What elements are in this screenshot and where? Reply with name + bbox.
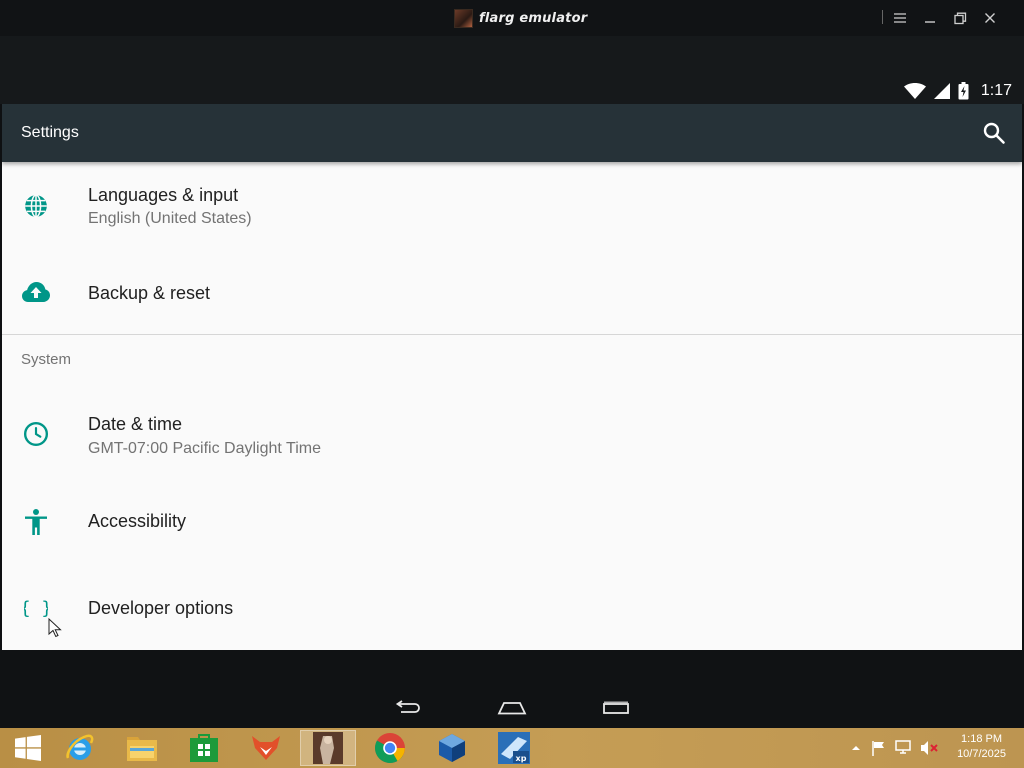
settings-app-bar: Settings — [2, 104, 1022, 162]
fox-app-icon — [252, 736, 280, 760]
taskbar-virtualbox[interactable] — [424, 730, 480, 766]
taskbar-store[interactable] — [176, 730, 232, 766]
volume-muted-icon[interactable] — [920, 740, 938, 756]
taskbar-chrome[interactable] — [362, 730, 418, 766]
settings-item-date-time[interactable]: Date & time GMT-07:00 Pacific Daylight T… — [2, 394, 1022, 481]
start-button[interactable] — [0, 730, 56, 766]
close-icon — [985, 13, 995, 23]
recents-button[interactable] — [600, 698, 632, 718]
taskbar-fox-app[interactable] — [238, 730, 294, 766]
search-icon — [983, 122, 1005, 144]
taskbar-clock[interactable]: 1:18 PM 10/7/2025 — [957, 732, 1006, 762]
flarg-emulator-icon — [313, 732, 343, 764]
section-divider — [2, 334, 1022, 335]
settings-item-developer[interactable]: { } Developer options — [2, 566, 1022, 650]
windows-start-icon — [15, 735, 41, 761]
item-title: Backup & reset — [88, 283, 211, 303]
home-icon — [497, 702, 527, 715]
settings-item-backup[interactable]: Backup & reset — [2, 249, 1022, 334]
settings-item-languages[interactable]: Languages & input English (United States… — [2, 162, 1022, 249]
wifi-icon — [903, 83, 926, 99]
item-title: Accessibility — [88, 511, 187, 531]
home-button[interactable] — [496, 698, 528, 718]
chrome-icon — [375, 733, 405, 764]
taskbar-flarg-emulator[interactable] — [300, 730, 356, 766]
restore-icon — [953, 12, 966, 24]
virtualbox-icon — [439, 734, 465, 762]
window-title: flarg emulator — [454, 8, 587, 28]
accessibility-icon — [22, 508, 50, 536]
android-status-bar — [0, 36, 1024, 104]
item-title: Date & time — [88, 414, 183, 434]
item-subtitle: English (United States) — [88, 210, 252, 227]
internet-explorer-icon — [66, 734, 94, 760]
file-explorer-icon — [127, 737, 157, 761]
taskbar-time: 1:18 PM — [961, 733, 1003, 745]
svg-text:{ }: { } — [24, 598, 48, 619]
settings-item-accessibility[interactable]: Accessibility — [2, 481, 1022, 566]
restore-button[interactable] — [950, 8, 970, 28]
mouse-cursor-icon — [48, 618, 62, 638]
globe-icon — [22, 192, 50, 220]
title-separator — [882, 10, 883, 24]
clock-icon — [22, 420, 50, 448]
flarg-app-icon — [454, 8, 473, 28]
item-subtitle: GMT-07:00 Pacific Daylight Time — [88, 440, 321, 457]
item-title: Developer options — [88, 598, 234, 618]
taskbar-xp-mode[interactable]: xp — [486, 730, 542, 766]
back-icon — [395, 700, 420, 713]
store-icon — [190, 734, 218, 762]
status-icons: 1:17 — [903, 80, 1012, 102]
menu-icon — [894, 13, 906, 23]
battery-charging-icon — [958, 82, 969, 100]
svg-text:xp: xp — [516, 754, 527, 763]
item-title: Languages & input — [88, 185, 239, 205]
recents-icon — [603, 701, 629, 714]
network-icon[interactable] — [894, 740, 912, 756]
cloud-upload-icon — [22, 278, 50, 306]
page-title: Settings — [21, 124, 79, 141]
action-center-flag-icon[interactable] — [870, 740, 886, 756]
android-screen: Settings Languages & input English (Unit… — [2, 104, 1022, 650]
menu-button[interactable] — [890, 8, 910, 28]
android-nav-bar — [0, 650, 1024, 728]
taskbar-file-explorer[interactable] — [114, 730, 170, 766]
windows-taskbar: xp 1:18 PM 10/7/2025 — [0, 728, 1024, 768]
close-button[interactable] — [980, 8, 1000, 28]
minimize-icon — [925, 21, 935, 23]
section-header-system: System — [21, 351, 72, 368]
braces-icon: { } — [22, 594, 50, 622]
cell-signal-icon — [933, 83, 950, 99]
back-button[interactable] — [392, 698, 424, 718]
emulator-title-bar: flarg emulator — [0, 0, 1024, 36]
show-hidden-icon[interactable] — [850, 743, 862, 753]
xp-mode-icon: xp — [498, 732, 530, 764]
minimize-button[interactable] — [920, 8, 940, 28]
window-title-text: flarg emulator — [479, 10, 588, 26]
search-button[interactable] — [982, 121, 1006, 145]
status-clock: 1:17 — [980, 82, 1012, 99]
taskbar-date: 10/7/2025 — [957, 748, 1006, 760]
system-tray — [850, 736, 938, 760]
taskbar-internet-explorer[interactable] — [52, 730, 108, 766]
